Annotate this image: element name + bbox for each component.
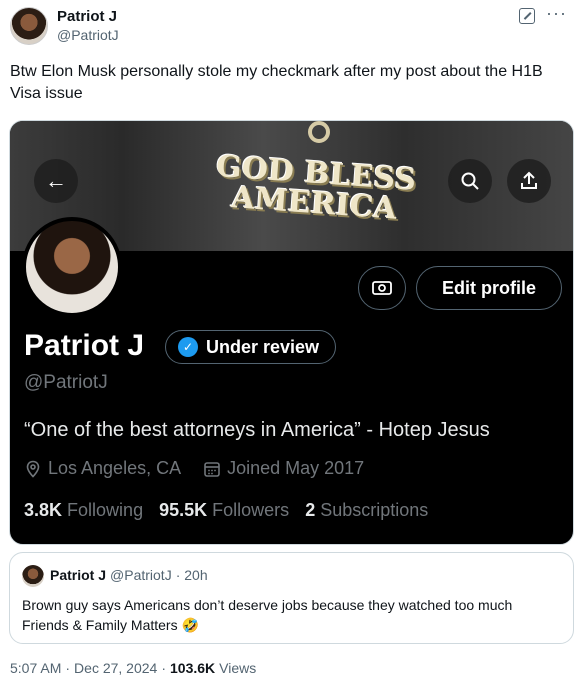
following-stat: 3.8K Following	[24, 500, 143, 521]
quoted-tweet[interactable]: Patriot J @PatriotJ · 20h Brown guy says…	[9, 552, 574, 644]
verification-label: Under review	[206, 336, 320, 357]
views-count: 103.6K	[170, 660, 216, 676]
more-icon[interactable]: ···	[546, 3, 567, 24]
views-label: Views	[219, 660, 257, 676]
followers-stat: 95.5K Followers	[159, 500, 289, 521]
following-count: 3.8K	[24, 500, 63, 520]
tweet-meta: 5:07 AM · Dec 27, 2024 · 103.6K Views	[10, 660, 256, 676]
search-icon	[448, 159, 492, 203]
profile-stats: 3.8K Following 95.5K Followers 2 Subscri…	[24, 500, 428, 521]
quoted-author-name[interactable]: Patriot J	[50, 567, 106, 583]
separator-dot: ·	[161, 660, 167, 676]
tweet-text: Btw Elon Musk personally stole my checkm…	[10, 63, 543, 102]
location-icon	[26, 460, 40, 478]
followers-count: 95.5K	[159, 500, 208, 520]
author-name[interactable]: Patriot J	[57, 8, 117, 25]
subscriptions-stat: 2 Subscriptions	[305, 500, 428, 521]
tweet-date[interactable]: Dec 27, 2024	[74, 660, 157, 676]
profile-avatar	[22, 217, 122, 317]
subscriptions-count: 2	[305, 500, 316, 520]
share-icon	[507, 159, 551, 203]
location-text: Los Angeles, CA	[48, 458, 182, 478]
profile-screenshot[interactable]: GOD BLESS AMERICA ← Edit profile Patriot …	[9, 120, 574, 545]
quoted-author-avatar[interactable]	[22, 565, 44, 587]
calendar-icon	[204, 461, 220, 477]
verified-badge-icon: ✓	[178, 337, 198, 357]
joined-text: Joined May 2017	[227, 458, 365, 478]
quoted-tweet-header: Patriot J @PatriotJ · 20h	[50, 567, 208, 583]
followers-label: Followers	[212, 500, 290, 520]
author-handle[interactable]: @PatriotJ	[57, 27, 119, 43]
profile-handle: @PatriotJ	[24, 372, 108, 393]
profile-bio: “One of the best attorneys in America” -…	[24, 419, 490, 441]
grok-icon[interactable]	[519, 8, 535, 24]
money-icon	[358, 266, 406, 310]
tweet-time[interactable]: 5:07 AM	[10, 660, 61, 676]
edit-profile-button: Edit profile	[416, 266, 562, 310]
profile-meta: Los Angeles, CA Joined May 2017	[24, 458, 364, 479]
banner-pendant-image: GOD BLESS AMERICA	[214, 149, 418, 227]
quoted-author-handle[interactable]: @PatriotJ	[110, 567, 172, 583]
separator-dot: ·	[65, 660, 71, 676]
pendant-ring	[308, 121, 330, 143]
following-label: Following	[67, 500, 144, 520]
profile-name: Patriot J	[24, 329, 145, 362]
back-arrow-icon: ←	[34, 159, 78, 203]
tweet-header: Patriot J @PatriotJ ···	[10, 3, 567, 49]
author-avatar[interactable]	[10, 7, 48, 45]
location-item: Los Angeles, CA	[24, 458, 181, 479]
quoted-tweet-time[interactable]: · 20h	[176, 567, 208, 583]
subscriptions-label: Subscriptions	[320, 500, 429, 520]
verification-status-pill: ✓ Under review	[165, 330, 337, 364]
quoted-tweet-text: Brown guy says Americans don’t deserve j…	[22, 597, 513, 633]
joined-item: Joined May 2017	[203, 458, 364, 479]
